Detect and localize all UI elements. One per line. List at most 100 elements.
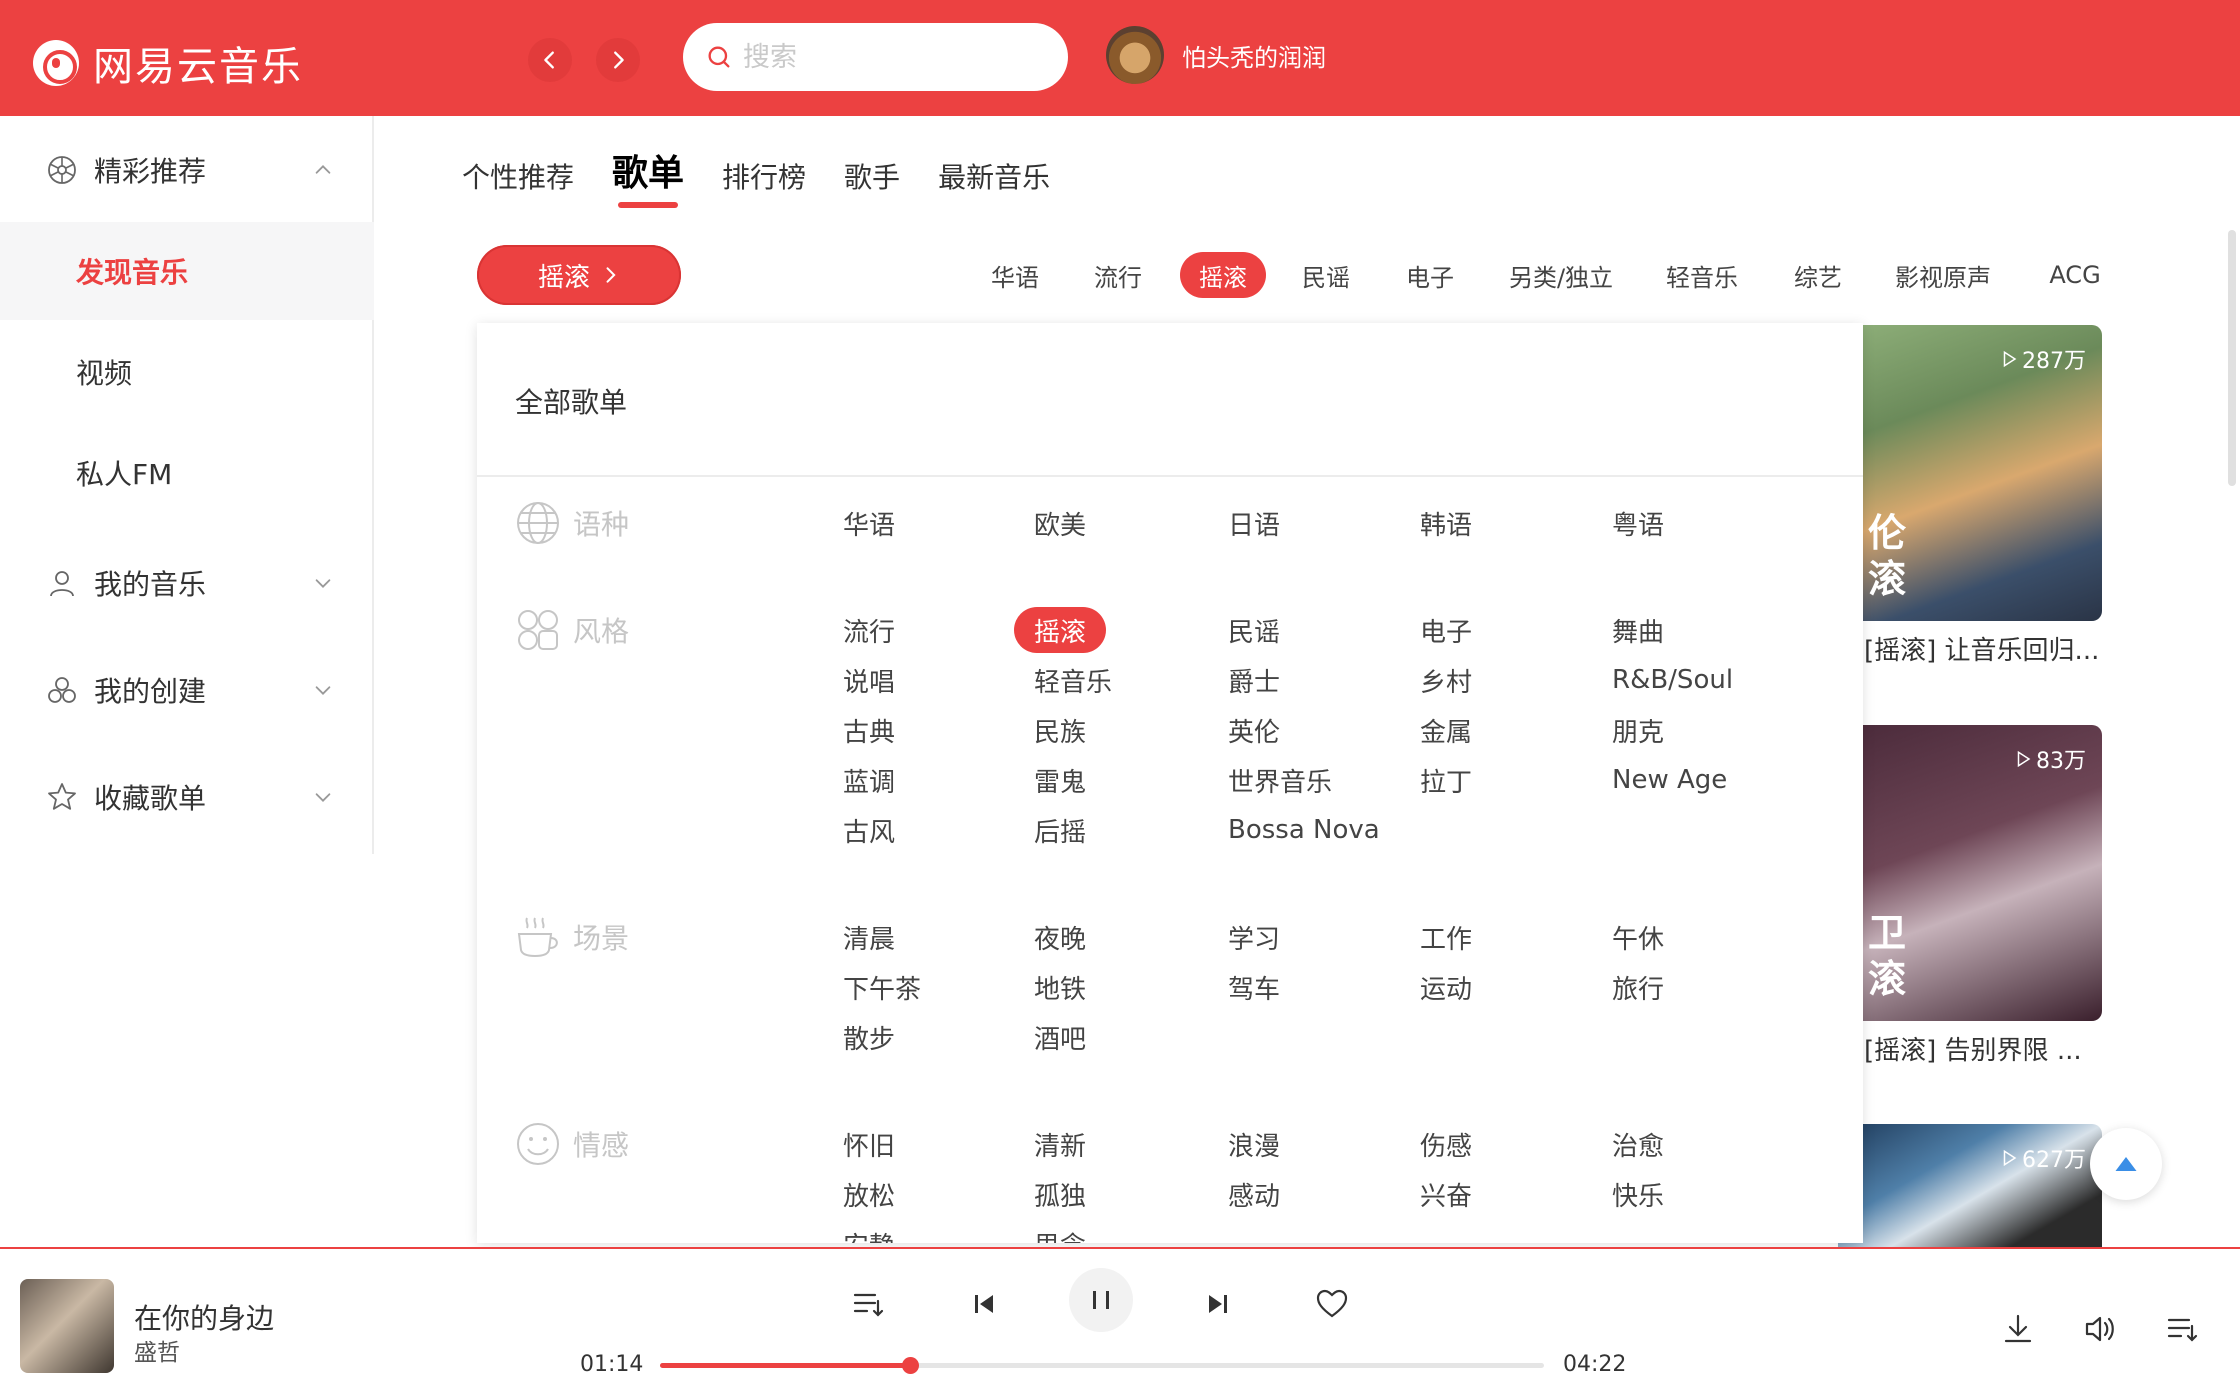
song-artist[interactable]: 盛哲 [134,1333,180,1367]
panel-tag[interactable]: 韩语 [1420,500,1472,546]
pause-button[interactable] [1069,1268,1133,1332]
panel-tag[interactable]: 放松 [843,1171,895,1217]
play-mode-button[interactable] [846,1282,890,1326]
panel-tag[interactable]: 拉丁 [1420,757,1472,803]
panel-tag[interactable]: 治愈 [1612,1121,1664,1167]
panel-tag[interactable]: 民谣 [1228,607,1280,653]
panel-tag[interactable]: 古典 [843,707,895,753]
panel-tag[interactable]: 浪漫 [1228,1121,1280,1167]
panel-tag[interactable]: R&B/Soul [1612,657,1733,703]
playlist-cover[interactable]: 627万 [1838,1124,2102,1250]
panel-tag[interactable]: 快乐 [1612,1171,1664,1217]
avatar[interactable] [1106,26,1164,84]
sidebar-group-favorites[interactable]: 收藏歌单 [0,763,374,831]
sidebar-group-my-music[interactable]: 我的音乐 [0,549,374,617]
user-name[interactable]: 怕头秃的润润 [1182,38,1326,73]
panel-tag[interactable]: 英伦 [1228,707,1280,753]
panel-tag[interactable]: 伤感 [1420,1121,1472,1167]
app-logo[interactable]: 网易云音乐 [33,34,303,92]
panel-tag[interactable]: 轻音乐 [1034,657,1112,703]
sidebar-item-fm[interactable]: 私人FM [0,424,374,522]
panel-tag[interactable]: 地铁 [1034,964,1086,1010]
download-button[interactable] [1996,1307,2040,1351]
panel-tag[interactable]: 舞曲 [1612,607,1664,653]
back-to-top-button[interactable] [2090,1128,2162,1200]
volume-button[interactable] [2078,1307,2122,1351]
panel-tag[interactable]: 孤独 [1034,1171,1086,1217]
hot-tag[interactable]: 轻音乐 [1660,252,1744,298]
song-title[interactable]: 在你的身边 [134,1297,274,1337]
scrollbar[interactable] [2228,230,2236,486]
panel-tag[interactable]: 兴奋 [1420,1171,1472,1217]
previous-button[interactable] [962,1282,1006,1326]
sidebar-item-video[interactable]: 视频 [0,323,374,421]
forward-button[interactable] [596,38,640,82]
tab-new-music[interactable]: 最新音乐 [938,156,1050,204]
playlist-caption[interactable]: [摇滚] 告别界限 ... [1864,1030,2104,1067]
back-button[interactable] [528,38,572,82]
panel-tag[interactable]: 说唱 [843,657,895,703]
hot-tag[interactable]: 民谣 [1291,252,1361,298]
panel-tag[interactable]: 下午茶 [843,964,921,1010]
all-playlists-tag[interactable]: 全部歌单 [515,381,627,421]
panel-tag[interactable]: 乡村 [1420,657,1472,703]
panel-tag[interactable]: 驾车 [1228,964,1280,1010]
progress-bar[interactable] [660,1357,1544,1374]
album-cover[interactable] [20,1279,114,1373]
panel-tag[interactable]: 工作 [1420,914,1472,960]
panel-tag[interactable]: 学习 [1228,914,1280,960]
panel-tag[interactable]: 雷鬼 [1034,757,1086,803]
panel-tag[interactable]: New Age [1612,757,1727,803]
panel-tag[interactable]: 摇滚 [1014,607,1107,653]
panel-tag[interactable]: 旅行 [1612,964,1664,1010]
user-profile[interactable]: 怕头秃的润润 [1106,26,1326,84]
hot-tag[interactable]: ACG [2040,252,2110,298]
hot-tag[interactable]: 摇滚 [1180,252,1266,298]
tab-artists[interactable]: 歌手 [844,156,900,204]
panel-tag[interactable]: 世界音乐 [1228,757,1332,803]
panel-tag[interactable]: 古风 [843,807,895,853]
panel-tag[interactable]: 流行 [843,607,895,653]
panel-tag[interactable]: 酒吧 [1034,1014,1086,1060]
hot-tag[interactable]: 电子 [1395,252,1465,298]
panel-tag[interactable]: 清晨 [843,914,895,960]
panel-tag[interactable]: 电子 [1420,607,1472,653]
panel-tag[interactable]: 日语 [1228,500,1280,546]
hot-tag[interactable]: 流行 [1083,252,1153,298]
search-box[interactable] [683,23,1068,91]
hot-tag[interactable]: 影视原声 [1888,252,1998,298]
sidebar-group-recommend[interactable]: 精彩推荐 [0,136,374,204]
panel-tag[interactable]: 朋克 [1612,707,1664,753]
panel-tag[interactable]: 华语 [843,500,895,546]
search-input[interactable] [743,41,1043,73]
panel-tag[interactable]: Bossa Nova [1228,807,1380,853]
hot-tag[interactable]: 综艺 [1783,252,1853,298]
panel-tag[interactable]: 后摇 [1034,807,1086,853]
panel-tag[interactable]: 散步 [843,1014,895,1060]
panel-tag[interactable]: 清新 [1034,1121,1086,1167]
panel-tag[interactable]: 金属 [1420,707,1472,753]
panel-tag[interactable]: 民族 [1034,707,1086,753]
panel-tag[interactable]: 粤语 [1612,500,1664,546]
panel-tag[interactable]: 蓝调 [843,757,895,803]
playlist-caption[interactable]: [摇滚] 让音乐回归... [1864,630,2104,667]
sidebar-group-my-creation[interactable]: 我的创建 [0,656,374,724]
tab-personal[interactable]: 个性推荐 [462,156,574,204]
tab-charts[interactable]: 排行榜 [722,156,806,204]
hot-tag[interactable]: 另类/独立 [1500,252,1622,298]
panel-tag[interactable]: 夜晚 [1034,914,1086,960]
panel-tag[interactable]: 午休 [1612,914,1664,960]
tab-playlists[interactable]: 歌单 [612,144,684,208]
sidebar-item-discover[interactable]: 发现音乐 [0,222,374,320]
hot-tag[interactable]: 华语 [980,252,1050,298]
panel-tag[interactable]: 爵士 [1228,657,1280,703]
panel-tag[interactable]: 欧美 [1034,500,1086,546]
category-select-button[interactable]: 摇滚 [477,245,681,305]
panel-tag[interactable]: 怀旧 [843,1121,895,1167]
next-button[interactable] [1196,1282,1240,1326]
like-button[interactable] [1310,1282,1354,1326]
playlist-button[interactable] [2160,1307,2204,1351]
progress-handle[interactable] [901,1357,919,1374]
panel-tag[interactable]: 感动 [1228,1171,1280,1217]
panel-tag[interactable]: 运动 [1420,964,1472,1010]
